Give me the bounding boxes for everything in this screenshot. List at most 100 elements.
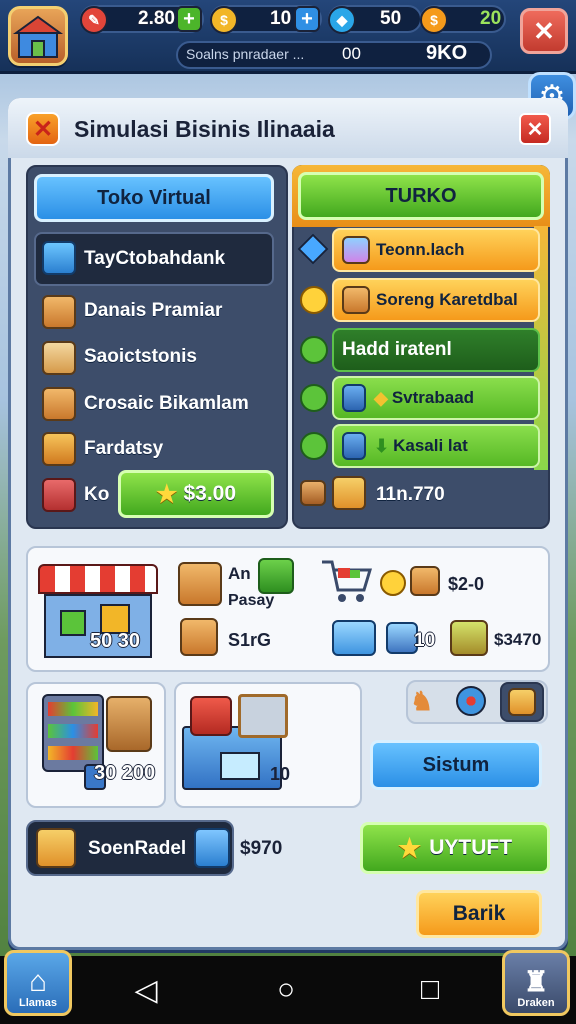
turko-row-label: Hadd iratenl [342,339,452,360]
produce-crate-icon [42,432,76,466]
shopping-cart-icon[interactable] [320,556,373,604]
gold-icon: $ [420,6,448,34]
target-icon[interactable] [456,686,486,716]
package-icon [42,341,76,375]
door-icon [342,432,366,460]
character-icon[interactable]: ♞ [410,686,440,718]
blue-cart-icon [332,620,376,656]
clover-icon [300,384,328,412]
monitor-icon [238,694,288,738]
small-crate-icon [300,480,326,506]
add-resource-button-1[interactable]: + [176,6,202,32]
header-x-icon: ✕ [26,112,60,146]
crate-icon [332,476,366,510]
resource-value-4: 20 [480,8,502,29]
box-icon [42,241,76,275]
selected-crate-slot[interactable] [500,682,544,722]
down-arrow-icon: ⬇ [374,435,390,456]
home-circle-icon[interactable]: ○ [266,970,306,1010]
price-label: $3.00 [183,482,237,505]
leaf-icon: ✎ [80,6,108,34]
home-nav-label: Llamas [19,997,57,1009]
turko-row-label: Svtrabaad [391,388,475,407]
turko-row-label: Soreng Karetdbal [376,290,518,309]
barrel-crate-icon [106,696,152,752]
scroll-icon [342,286,370,314]
list-item[interactable]: Crosaic Bikamlam [84,393,249,415]
house-icon: ⌂ [28,965,48,998]
panel-close-button[interactable]: ✕ [519,113,551,145]
selected-item-label: TayCtobahdank [84,248,226,269]
info-total: 9KO [426,42,468,64]
price-far: $3470 [494,630,542,649]
info-text: Soalns pnradaer ... [186,46,305,62]
gem-icon: ◆ [328,6,356,34]
plant-crate-icon [258,558,294,594]
item-label-line2: Pasay [228,592,275,609]
crate-icon [42,387,76,421]
cart-count: 10 [414,630,436,651]
clover-icon [300,336,328,364]
panel-title: Simulasi Bisinis Ilinaaia [74,116,335,142]
back-triangle-icon[interactable]: ◁ [126,970,166,1010]
dragon-icon: ♜ [523,966,549,997]
ko-label: Ko [84,484,110,505]
system-button[interactable]: Sistum [370,740,542,790]
tab-turko[interactable]: TURKO [298,172,544,220]
turko-row[interactable]: Teonn.lach [332,228,540,272]
info-count: 00 [342,44,361,63]
item-label-line1: An [228,564,251,583]
turko-row[interactable]: ⬇ Kasali lat [332,424,540,468]
item-label-2: S1rG [228,630,272,650]
character-nav-button[interactable]: ♜ Draken [502,950,570,1016]
crate-icon [450,620,488,656]
resource-value-3: 50 [380,8,402,29]
home-nav-button[interactable]: ⌂ Llamas [4,950,72,1016]
turko-row[interactable]: ◆ Svtrabaad [332,376,540,420]
star-icon: ★ [155,480,178,508]
resource-summary-value: $970 [240,838,283,859]
character-nav-label: Draken [517,997,555,1009]
turko-row[interactable]: Soreng Karetdbal [332,278,540,322]
display-case-icon [220,752,260,780]
house-icon [42,478,76,512]
crate-icon [508,688,536,716]
add-resource-button-2[interactable]: + [294,6,320,32]
close-game-button[interactable]: ✕ [520,8,568,54]
star-icon: ★ [397,832,422,863]
stall-price: 50 30 [90,630,141,652]
clover-icon [300,432,328,460]
blue-box-icon [194,828,230,868]
turko-row[interactable]: Hadd iratenl [332,328,540,372]
resource-summary-label: SoenRadel [88,838,187,859]
crate-icon [42,295,76,329]
gold-star-icon [300,286,328,314]
gold-crate-icon [36,828,76,868]
gold-diamond-icon: ◆ [374,387,388,408]
player-avatar[interactable] [8,6,68,66]
price-right: $2-0 [448,574,485,594]
blocks-icon [342,236,370,264]
door-icon [342,384,366,412]
red-box-icon [190,696,232,736]
upgrade-button[interactable]: ★ UYTUFT [360,822,550,874]
tab-virtual-store[interactable]: Toko Virtual [34,174,274,222]
coin-icon: $ [210,6,238,34]
list-item[interactable]: Danais Pramiar [84,300,222,322]
buy-price-button[interactable]: ★ $3.00 [118,470,274,518]
shelf-box-icon [178,562,222,606]
counter-value: 10 [270,764,291,784]
resource-value-1: 2.80 [138,8,175,29]
turko-total: 11n.770 [376,484,445,505]
recents-square-icon[interactable]: □ [410,970,450,1010]
package-icon [180,618,218,656]
back-button[interactable]: Barik [416,890,542,938]
crate-icon [410,566,440,596]
shop-avatar-icon [12,15,64,58]
goods-shelf-icon [42,694,104,772]
inventory-value: 30 200 [94,762,156,784]
star-item-icon [380,570,406,596]
resource-value-2: 10 [270,8,292,29]
list-item[interactable]: Fardatsy [84,438,163,460]
list-item[interactable]: Saoictstonis [84,346,197,368]
